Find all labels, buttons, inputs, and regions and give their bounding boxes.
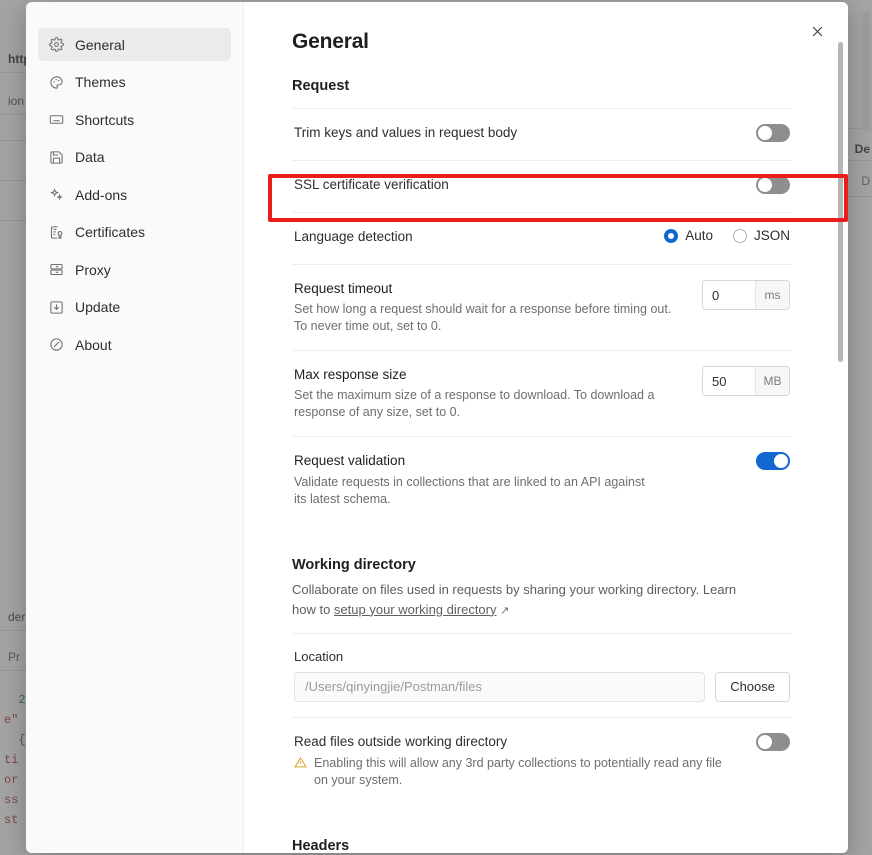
keyboard-icon	[48, 112, 64, 128]
read-outside-label: Read files outside working directory	[294, 733, 508, 749]
language-detection-radio-group: Auto JSON	[664, 228, 790, 243]
save-disk-icon	[48, 149, 64, 165]
setting-control-wrap	[756, 732, 790, 751]
radio-dot-icon	[732, 228, 747, 243]
sidebar-item-shortcuts[interactable]: Shortcuts	[38, 103, 231, 136]
radio-dot-icon	[664, 228, 679, 243]
trim-keys-label: Trim keys and values in request body	[294, 125, 518, 140]
max-response-size-field[interactable]: MB	[702, 366, 790, 397]
setting-row-location: Location Choose	[292, 632, 792, 717]
sidebar-item-data[interactable]: Data	[38, 141, 231, 174]
sidebar-item-label: Themes	[75, 74, 126, 90]
sidebar-item-label: Data	[75, 149, 105, 165]
language-detection-option-auto[interactable]: Auto	[664, 228, 713, 243]
setting-row-language-detection: Language detection Auto JSON	[292, 212, 792, 264]
sidebar-item-label: Proxy	[75, 261, 111, 278]
sidebar-item-general[interactable]: General	[38, 28, 231, 61]
sidebar-item-label: Add-ons	[75, 186, 128, 203]
section-title-headers: Headers	[292, 837, 350, 853]
request-timeout-description: Set how long a request should wait for a…	[294, 302, 672, 334]
read-outside-warning-text: Enabling this will allow any 3rd party c…	[314, 755, 722, 787]
section-title-request: Request	[292, 78, 350, 94]
setting-label-wrap: Language detection	[294, 228, 664, 246]
sidebar-item-themes[interactable]: Themes	[38, 66, 231, 99]
radio-label: JSON	[753, 228, 790, 243]
setting-label-wrap: Max response size Set the maximum size o…	[294, 366, 702, 421]
setting-control-wrap	[756, 176, 790, 194]
sidebar-item-update[interactable]: Update	[38, 291, 231, 324]
sidebar-item-label: Update	[75, 299, 121, 315]
trim-keys-toggle[interactable]	[756, 124, 790, 142]
radio-label: Auto	[685, 228, 713, 243]
setting-row-request-validation: Request validation Validate requests in …	[292, 436, 792, 522]
palette-icon	[48, 74, 64, 90]
setting-row-request-timeout: Request timeout Set how long a request s…	[292, 264, 792, 350]
server-icon	[48, 262, 64, 278]
setting-control-wrap: ms	[702, 280, 790, 310]
setup-working-directory-link[interactable]: setup your working directory	[334, 602, 497, 617]
setting-label-wrap: Read files outside working directory Ena…	[294, 733, 756, 789]
setting-row-max-response-size: Max response size Set the maximum size o…	[292, 350, 792, 436]
read-outside-toggle[interactable]	[756, 732, 790, 751]
request-validation-description: Validate requests in collections that ar…	[294, 474, 645, 506]
sidebar-item-about[interactable]: About	[38, 328, 231, 361]
sidebar-item-label: About	[75, 336, 112, 353]
max-response-size-input[interactable]	[703, 367, 755, 396]
settings-sidebar: General Themes Shortcuts Data Add-ons Ce…	[26, 2, 244, 853]
language-detection-label: Language detection	[294, 229, 413, 244]
request-validation-label: Request validation	[294, 453, 406, 469]
setting-control-wrap: Auto JSON	[664, 228, 790, 243]
section-title-working-directory: Working directory	[292, 556, 416, 573]
setting-control-wrap	[756, 452, 790, 471]
location-input[interactable]	[294, 671, 706, 702]
sidebar-item-add-ons[interactable]: Add-ons	[38, 178, 231, 211]
certificate-icon	[48, 224, 64, 240]
read-outside-warning: Enabling this will allow any 3rd party c…	[294, 755, 724, 789]
external-link-arrow-icon: ↗	[500, 604, 510, 617]
request-timeout-input[interactable]	[703, 281, 755, 309]
settings-content: General Request Trim keys and values in …	[244, 2, 848, 853]
choose-button[interactable]: Choose	[715, 671, 790, 702]
info-circle-icon	[48, 337, 64, 353]
settings-scrollbar[interactable]	[838, 42, 843, 362]
setting-row-read-outside-working-directory: Read files outside working directory Ena…	[292, 716, 792, 804]
warning-triangle-icon	[294, 756, 308, 774]
max-response-size-label: Max response size	[294, 367, 407, 383]
location-label: Location	[294, 648, 344, 664]
request-validation-toggle[interactable]	[756, 452, 790, 471]
setting-label-wrap: Request validation Validate requests in …	[294, 452, 756, 507]
request-timeout-unit: ms	[755, 281, 789, 309]
download-icon	[48, 299, 64, 315]
setting-row-trim-keys: Trim keys and values in request body	[292, 108, 792, 160]
setting-label-wrap: Request timeout Set how long a request s…	[294, 280, 702, 335]
page-title: General	[292, 30, 369, 53]
settings-scroll-area: General Request Trim keys and values in …	[244, 2, 848, 853]
settings-modal: General Themes Shortcuts Data Add-ons Ce…	[26, 2, 848, 853]
window-scrollbar[interactable]	[862, 12, 870, 132]
request-timeout-field[interactable]: ms	[702, 280, 790, 310]
location-row: Choose	[294, 671, 790, 702]
ssl-verification-toggle[interactable]	[756, 176, 790, 194]
setting-row-ssl-verification: SSL certificate verification	[292, 160, 792, 212]
setting-label-wrap: SSL certificate verification	[294, 176, 756, 194]
sidebar-item-certificates[interactable]: Certificates	[38, 216, 231, 249]
language-detection-option-json[interactable]: JSON	[732, 228, 790, 243]
ssl-verification-label: SSL certificate verification	[294, 177, 449, 192]
sparkle-icon	[48, 187, 64, 203]
gear-icon	[48, 37, 64, 53]
setting-control-wrap	[756, 124, 790, 142]
request-timeout-label: Request timeout	[294, 281, 393, 296]
sidebar-item-proxy[interactable]: Proxy	[38, 253, 231, 286]
working-directory-description: Collaborate on files used in requests by…	[292, 580, 737, 621]
close-icon[interactable]	[804, 18, 830, 44]
sidebar-item-label: Certificates	[75, 224, 146, 240]
sidebar-item-label: Shortcuts	[75, 111, 135, 128]
sidebar-item-label: General	[75, 36, 125, 53]
max-response-size-unit: MB	[755, 367, 789, 396]
setting-control-wrap: MB	[702, 366, 790, 397]
max-response-size-description: Set the maximum size of a response to do…	[294, 388, 655, 420]
setting-label-wrap: Trim keys and values in request body	[294, 124, 756, 142]
